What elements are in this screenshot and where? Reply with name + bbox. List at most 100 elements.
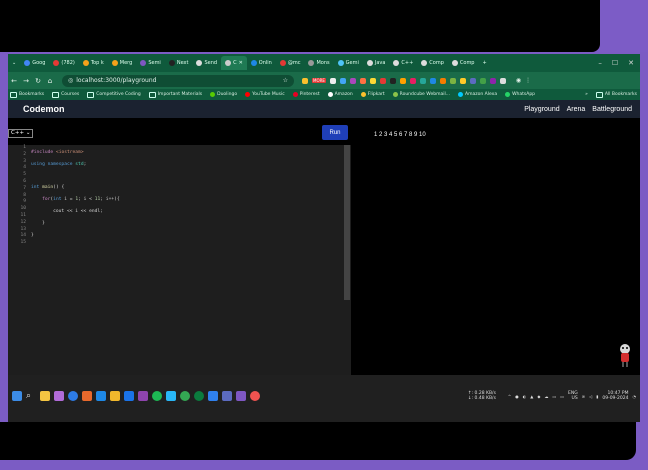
wifi-icon[interactable]: ≋: [582, 394, 585, 399]
app-icon[interactable]: [138, 391, 148, 401]
clock[interactable]: 10:47 PM 09-09-2024: [602, 391, 628, 401]
app-icon[interactable]: [54, 391, 64, 401]
app-icon[interactable]: [96, 391, 106, 401]
bookmark-item[interactable]: Flipkart: [360, 92, 385, 97]
code-content[interactable]: #include <iostream> using namespace std;…: [31, 145, 120, 249]
mascot-icon[interactable]: [617, 343, 633, 369]
browser-tab[interactable]: C++: [389, 56, 417, 70]
start-icon[interactable]: [12, 391, 22, 401]
browser-tab-active[interactable]: C ✕: [221, 56, 247, 70]
bookmark-item[interactable]: Duolingo: [210, 92, 237, 97]
app-icon[interactable]: [222, 391, 232, 401]
extension-badge[interactable]: MORE: [312, 78, 326, 83]
nav-battleground[interactable]: Battleground: [592, 106, 632, 113]
browser-tab[interactable]: Semi: [136, 56, 165, 70]
bookmark-item[interactable]: Important Materials: [148, 91, 202, 98]
language-select[interactable]: C++ ⌄: [8, 129, 34, 138]
extension-icon[interactable]: [329, 77, 336, 84]
extension-icon[interactable]: [499, 77, 506, 84]
language-indicator[interactable]: ENG US: [568, 391, 578, 401]
bookmark-item[interactable]: Roundcube Webmail...: [392, 92, 450, 97]
app-brand[interactable]: Codemon: [23, 104, 65, 114]
all-bookmarks[interactable]: All Bookmarks: [595, 91, 640, 98]
app-icon[interactable]: [124, 391, 134, 401]
app-icon[interactable]: [68, 391, 78, 401]
browser-tab[interactable]: @mc: [276, 56, 305, 70]
tray-icon[interactable]: ▭: [560, 394, 564, 399]
tray-icon[interactable]: ●: [515, 394, 519, 399]
extension-icon[interactable]: [429, 77, 436, 84]
spotify-icon[interactable]: [152, 391, 162, 401]
browser-tab[interactable]: Onlin: [247, 56, 276, 70]
browser-tab[interactable]: Merg: [108, 56, 137, 70]
minimize-button[interactable]: –: [598, 59, 602, 67]
more-bookmarks-icon[interactable]: »: [585, 92, 588, 97]
browser-tab[interactable]: Java: [363, 56, 390, 70]
browser-tab[interactable]: Comp: [417, 56, 448, 70]
vscode-icon[interactable]: [208, 391, 218, 401]
extension-icon[interactable]: [369, 77, 376, 84]
notification-bell-icon[interactable]: ◔: [633, 394, 637, 399]
run-button[interactable]: Run: [322, 125, 348, 140]
site-info-icon[interactable]: ◎: [68, 77, 73, 84]
extension-icon[interactable]: [449, 77, 456, 84]
extension-icon[interactable]: [359, 77, 366, 84]
menu-kebab-icon[interactable]: ⋮: [525, 77, 531, 84]
browser-tab[interactable]: (782): [49, 56, 78, 70]
maximize-button[interactable]: ☐: [612, 59, 618, 67]
bookmark-item[interactable]: Courses: [52, 91, 79, 98]
address-bar[interactable]: ◎ localhost:3000/playground ☆: [62, 74, 294, 87]
weather-icon[interactable]: [40, 391, 50, 401]
bookmark-star-icon[interactable]: ☆: [283, 77, 288, 84]
home-icon[interactable]: ⌂: [44, 77, 56, 85]
tray-icon[interactable]: ▲: [530, 394, 533, 399]
browser-tab[interactable]: Top k: [79, 56, 108, 70]
code-editor[interactable]: 1 2 3 4 5 6 7 8 9 10 11 12 13 14 15 #include <iostream…: [8, 145, 351, 375]
extension-icon[interactable]: [379, 77, 386, 84]
nav-playground[interactable]: Playground: [524, 106, 559, 113]
browser-tab[interactable]: Mons: [304, 56, 333, 70]
file-explorer-icon[interactable]: [110, 391, 120, 401]
bookmark-item[interactable]: Amazon Alexa: [458, 92, 497, 97]
tray-icon[interactable]: ◆: [537, 394, 540, 399]
browser-tab[interactable]: Goog: [20, 56, 49, 70]
nav-arena[interactable]: Arena: [567, 106, 586, 113]
back-icon[interactable]: ←: [8, 77, 20, 85]
browser-tab[interactable]: Send: [192, 56, 221, 70]
extension-icon[interactable]: [469, 77, 476, 84]
app-icon[interactable]: [82, 391, 92, 401]
volume-icon[interactable]: ◁: [589, 394, 592, 399]
search-icon[interactable]: ⌕: [26, 391, 36, 401]
app-icon[interactable]: [166, 391, 176, 401]
browser-tab[interactable]: Comp: [448, 56, 479, 70]
forward-icon[interactable]: →: [20, 77, 32, 85]
tray-icon[interactable]: ▭: [552, 394, 556, 399]
new-tab-button[interactable]: +: [479, 56, 491, 70]
browser-tab[interactable]: Gemi: [334, 56, 363, 70]
extension-icon[interactable]: [409, 77, 416, 84]
extension-icon[interactable]: [489, 77, 496, 84]
tray-icon[interactable]: ☁: [544, 394, 548, 399]
bookmark-item[interactable]: YouTube Music: [245, 92, 285, 97]
chevron-up-icon[interactable]: ^: [508, 394, 511, 399]
extension-icon[interactable]: [339, 77, 346, 84]
chrome-icon[interactable]: [180, 391, 190, 401]
browser-tab[interactable]: Next: [165, 56, 193, 70]
extension-icon[interactable]: [479, 77, 486, 84]
extension-icon[interactable]: [389, 77, 396, 84]
bookmark-item[interactable]: Bookmarks: [10, 91, 44, 98]
extension-icon[interactable]: [399, 77, 406, 84]
battery-icon[interactable]: ▮: [596, 394, 598, 399]
bookmark-item[interactable]: Pinterest: [292, 92, 320, 97]
extension-icon[interactable]: [459, 77, 466, 84]
tab-menu-icon[interactable]: ⌄: [8, 56, 20, 70]
bookmark-item[interactable]: Amazon: [327, 92, 353, 97]
extension-icon[interactable]: [419, 77, 426, 84]
bookmark-item[interactable]: WhatsApp: [505, 92, 535, 97]
chrome-icon[interactable]: [194, 391, 204, 401]
editor-scrollbar[interactable]: [344, 145, 350, 300]
reload-icon[interactable]: ↻: [32, 77, 44, 85]
tray-icon[interactable]: ◐: [523, 394, 527, 399]
close-window-button[interactable]: ✕: [628, 59, 634, 67]
close-tab-icon[interactable]: ✕: [239, 60, 243, 66]
